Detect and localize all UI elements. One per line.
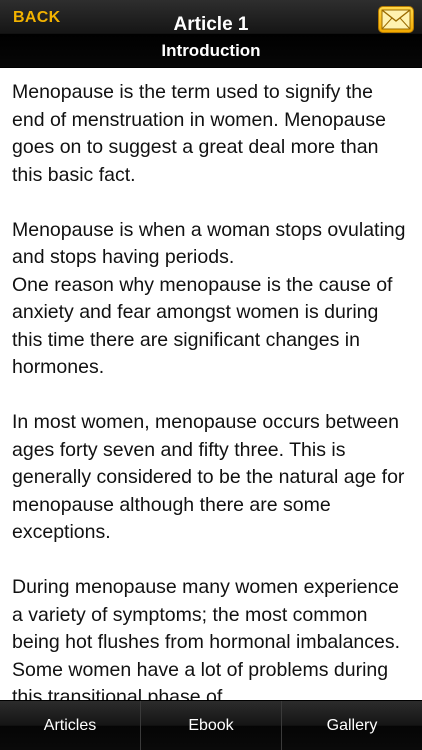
app-screen: BACK Article 1 Introduction Menopause is… xyxy=(0,0,422,750)
article-scroll-view[interactable]: Menopause is the term used to signify th… xyxy=(0,68,422,700)
mail-button[interactable] xyxy=(378,6,414,33)
envelope-icon xyxy=(381,9,411,30)
tab-ebook[interactable]: Ebook xyxy=(141,701,282,750)
page-subtitle: Introduction xyxy=(161,41,261,60)
tab-articles[interactable]: Articles xyxy=(0,701,141,750)
tab-gallery[interactable]: Gallery xyxy=(282,701,422,750)
tab-bar: Articles Ebook Gallery xyxy=(0,700,422,750)
page-title: Article 1 xyxy=(173,14,249,35)
article-text: Menopause is the term used to signify th… xyxy=(12,81,406,700)
navigation-bar: BACK Article 1 Introduction xyxy=(0,0,422,68)
